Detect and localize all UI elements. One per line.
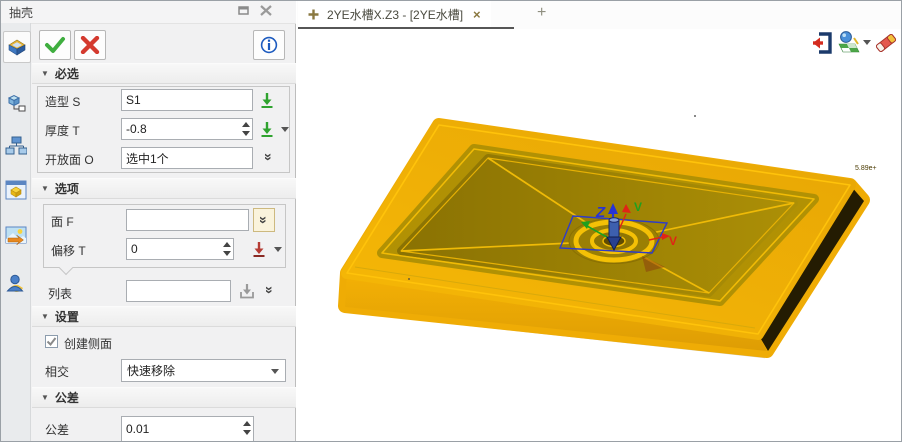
float-panel-icon[interactable]: [237, 5, 253, 19]
create-side-label: 创建侧面: [64, 335, 112, 352]
collapse-triangle-icon: ▼: [41, 69, 49, 78]
tolerance-label: 公差: [45, 421, 69, 438]
manager-sidebar: [1, 23, 31, 442]
hierarchy-manager-icon[interactable]: [3, 131, 29, 161]
close-panel-icon[interactable]: [259, 5, 275, 19]
shell-feature-icon[interactable]: [3, 31, 31, 63]
section-header-required[interactable]: ▼ 必选: [32, 63, 296, 84]
open-face-input[interactable]: [121, 147, 253, 169]
import-red-icon[interactable]: [250, 240, 268, 258]
tolerance-spinner[interactable]: [240, 418, 253, 438]
intersect-label: 相交: [45, 363, 69, 380]
info-icon: [259, 35, 279, 55]
import-green-icon[interactable]: [258, 120, 276, 138]
list-input[interactable]: [126, 280, 231, 302]
open-face-label: 开放面 O: [45, 151, 94, 168]
tab-close-icon[interactable]: ×: [473, 7, 481, 22]
check-icon: [44, 35, 66, 55]
list-label: 列表: [48, 285, 72, 302]
dropdown-caret-icon: [271, 369, 279, 374]
offset-spinner[interactable]: [220, 239, 233, 259]
face-expand-button[interactable]: »: [253, 208, 275, 232]
collapse-triangle-icon: ▼: [41, 312, 49, 321]
eraser-icon[interactable]: [873, 30, 899, 56]
shell-command-panel: 抽壳: [1, 1, 296, 442]
cube-node-icon[interactable]: [3, 88, 29, 118]
thickness-dropdown-caret[interactable]: [281, 127, 289, 132]
canvas-note-label: 5.89e+: [855, 165, 877, 172]
collapse-triangle-icon: ▼: [41, 184, 49, 193]
exit-icon[interactable]: [809, 30, 835, 56]
import-green-icon[interactable]: [258, 91, 276, 109]
tab-2ye-sink[interactable]: 2YE水槽X.Z3 - [2YE水槽] ×: [298, 1, 491, 27]
section-header-tolerance[interactable]: ▼ 公差: [32, 387, 296, 408]
checkmark-icon: [46, 336, 57, 347]
offset-dropdown-caret[interactable]: [274, 247, 282, 252]
render-mode-caret[interactable]: [863, 40, 871, 45]
cancel-button[interactable]: [74, 30, 106, 60]
section-header-options[interactable]: ▼ 选项: [32, 178, 296, 199]
app-window: 抽壳: [0, 0, 902, 442]
document-plus-icon: [308, 9, 319, 20]
user-icon[interactable]: [3, 268, 29, 298]
document-tab-strip: 2YE水槽X.Z3 - [2YE水槽] ×: [297, 1, 902, 29]
expand-double-chevron-icon[interactable]: »: [260, 148, 278, 166]
thickness-input[interactable]: [121, 118, 253, 140]
save-to-list-icon[interactable]: [238, 282, 256, 300]
panel-title: 抽壳: [9, 4, 33, 21]
tolerance-input[interactable]: [121, 416, 254, 442]
collapse-triangle-icon: ▼: [41, 393, 49, 402]
create-side-checkbox[interactable]: [45, 335, 58, 348]
offset-input[interactable]: [126, 238, 234, 260]
sink-basin-shell-model: V V Z 5.89e+: [297, 29, 902, 442]
shape-label: 造型 S: [45, 93, 80, 110]
cross-icon: [80, 36, 100, 54]
tab-title: 2YE水槽X.Z3 - [2YE水槽]: [327, 6, 463, 23]
axis-v-green-label: V: [634, 200, 642, 214]
thickness-spinner[interactable]: [239, 119, 252, 139]
image-arrow-icon[interactable]: [3, 220, 29, 250]
solid-window-icon[interactable]: [3, 175, 29, 205]
offset-label: 偏移 T: [51, 242, 86, 259]
info-button[interactable]: [253, 30, 285, 60]
shape-input[interactable]: [121, 89, 253, 111]
face-input[interactable]: [126, 209, 249, 231]
section-header-settings[interactable]: ▼ 设置: [32, 306, 296, 327]
new-tab-button[interactable]: +: [537, 4, 546, 22]
list-expand-chevron-icon[interactable]: »: [261, 281, 279, 299]
axis-v-red-label: V: [669, 234, 677, 248]
panel-titlebar: 抽壳: [1, 1, 296, 24]
viewport-canvas[interactable]: V V Z 5.89e+: [297, 29, 902, 442]
axis-z-label: Z: [595, 204, 606, 221]
face-label: 面 F: [51, 213, 74, 230]
render-mode-icon[interactable]: [837, 30, 861, 56]
ok-button[interactable]: [39, 30, 71, 60]
intersect-dropdown[interactable]: 快速移除: [121, 359, 286, 382]
thickness-label: 厚度 T: [45, 122, 80, 139]
